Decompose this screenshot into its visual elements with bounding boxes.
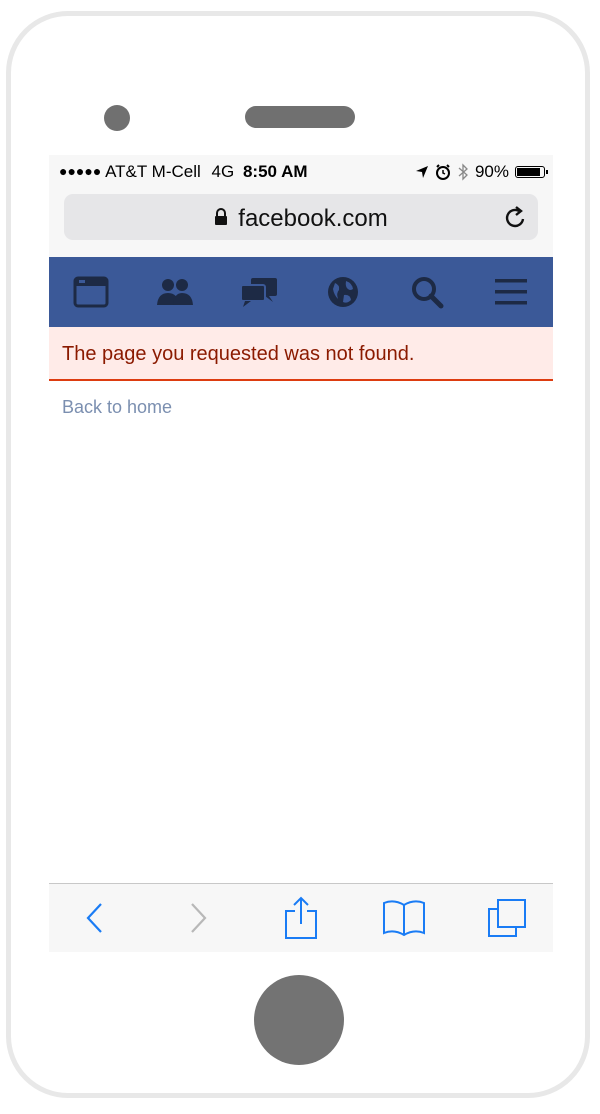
back-icon[interactable]	[73, 896, 117, 940]
earpiece-speaker	[245, 106, 355, 128]
reload-icon[interactable]	[504, 204, 528, 230]
share-icon[interactable]	[279, 896, 323, 940]
news-feed-icon[interactable]	[70, 271, 112, 313]
battery-percent: 90%	[474, 162, 509, 181]
alarm-icon	[435, 164, 450, 180]
lock-icon	[215, 208, 228, 226]
signal-strength: ●●●●●	[59, 163, 102, 179]
search-icon[interactable]	[406, 271, 448, 313]
facebook-nav-bar	[49, 257, 553, 327]
error-message: The page you requested was not found.	[62, 343, 415, 365]
battery-icon	[515, 166, 548, 178]
front-camera	[104, 105, 130, 131]
address-bar-area: facebook.com	[49, 189, 553, 257]
location-arrow-icon	[415, 166, 428, 178]
clock: 8:50 AM	[242, 162, 308, 181]
error-banner: The page you requested was not found.	[49, 327, 553, 381]
home-button[interactable]	[254, 975, 344, 1065]
network-type: 4G	[211, 162, 235, 181]
messages-icon[interactable]	[238, 271, 280, 313]
address-bar[interactable]: facebook.com	[64, 194, 538, 240]
bookmarks-icon[interactable]	[382, 896, 426, 940]
url-text: facebook.com	[238, 205, 388, 232]
browser-toolbar	[49, 883, 553, 952]
menu-icon[interactable]	[490, 271, 532, 313]
bluetooth-icon	[458, 163, 468, 181]
back-to-home-link[interactable]: Back to home	[62, 397, 172, 418]
screen: ●●●●● AT&T M-Cell 4G 8:50 AM 90% faceboo…	[49, 155, 553, 952]
carrier-name: AT&T M-Cell	[105, 162, 201, 181]
friend-requests-icon[interactable]	[154, 271, 196, 313]
status-bar: ●●●●● AT&T M-Cell 4G 8:50 AM 90%	[49, 155, 553, 189]
forward-icon[interactable]	[176, 896, 220, 940]
notifications-globe-icon[interactable]	[322, 271, 364, 313]
tabs-icon[interactable]	[485, 896, 529, 940]
